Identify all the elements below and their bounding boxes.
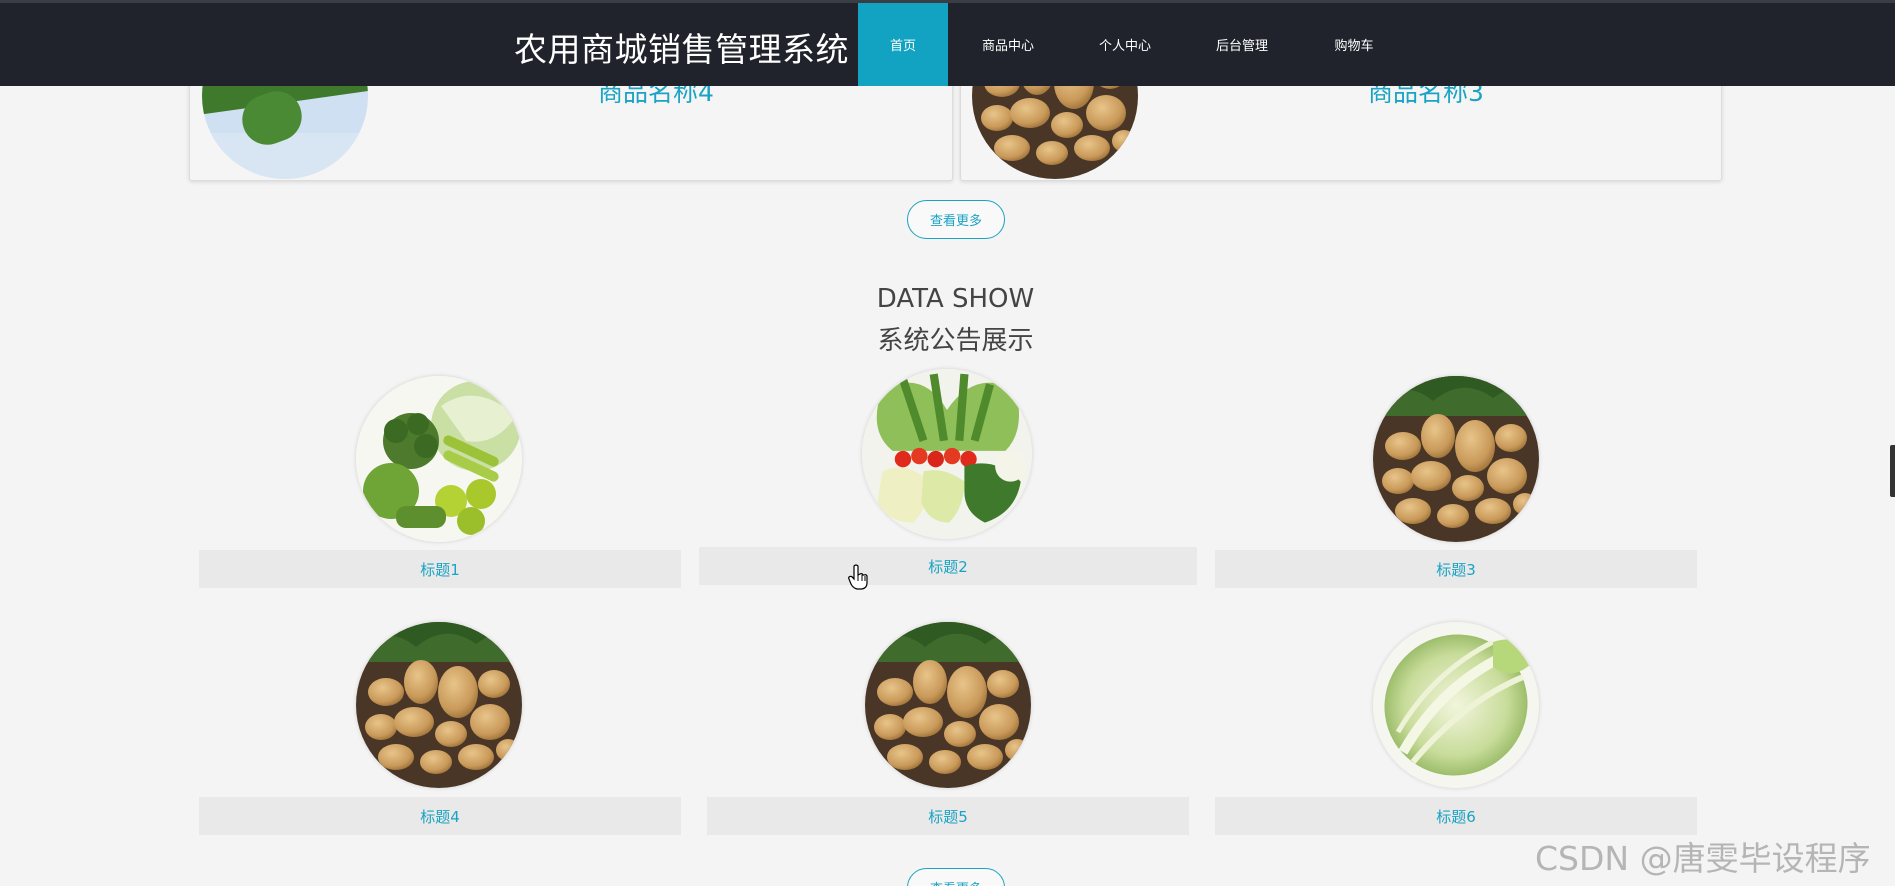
notice-image[interactable]: [865, 622, 1031, 788]
chinese-cabbage-image: [1373, 622, 1539, 788]
mixed-vegetables-image: [356, 376, 522, 542]
site-title[interactable]: 农用商城销售管理系统: [514, 23, 849, 71]
potatoes-image: [1373, 376, 1539, 542]
nav-admin[interactable]: 后台管理: [1182, 3, 1302, 86]
view-more-products-button[interactable]: 查看更多: [907, 200, 1005, 239]
main-nav: 首页 商品中心 个人中心 后台管理 购物车: [858, 3, 1406, 86]
notice-image[interactable]: [1373, 622, 1539, 788]
notice-title[interactable]: 标题6: [1215, 797, 1697, 835]
notice-title[interactable]: 标题5: [707, 797, 1189, 835]
csdn-watermark: CSDN @唐雯毕设程序: [1535, 839, 1871, 878]
notice-title[interactable]: 标题2: [699, 547, 1197, 585]
vegetable-bundle-image: [862, 369, 1032, 539]
notice-title[interactable]: 标题1: [199, 550, 681, 588]
nav-personal-center[interactable]: 个人中心: [1068, 3, 1182, 86]
notice-image[interactable]: [862, 369, 1032, 539]
notice-title[interactable]: 标题4: [199, 797, 681, 835]
nav-home[interactable]: 首页: [858, 3, 948, 86]
top-navigation-bar: 农用商城销售管理系统 首页 商品中心 个人中心 后台管理 购物车: [0, 0, 1895, 86]
side-scroll-tab[interactable]: [1890, 445, 1895, 497]
notice-image[interactable]: [356, 622, 522, 788]
view-more-notices-button[interactable]: 查看更多: [907, 868, 1005, 886]
nav-cart[interactable]: 购物车: [1302, 3, 1406, 86]
section-title-cn: 系统公告展示: [877, 326, 1034, 356]
potatoes-image: [356, 622, 522, 788]
section-title-en: DATA SHOW: [876, 284, 1035, 314]
notice-image[interactable]: [1373, 376, 1539, 542]
hand-pointer-cursor-icon: [848, 564, 868, 590]
notice-image[interactable]: [356, 376, 522, 542]
notice-title[interactable]: 标题3: [1215, 550, 1697, 588]
potatoes-image: [865, 622, 1031, 788]
nav-products[interactable]: 商品中心: [948, 3, 1068, 86]
